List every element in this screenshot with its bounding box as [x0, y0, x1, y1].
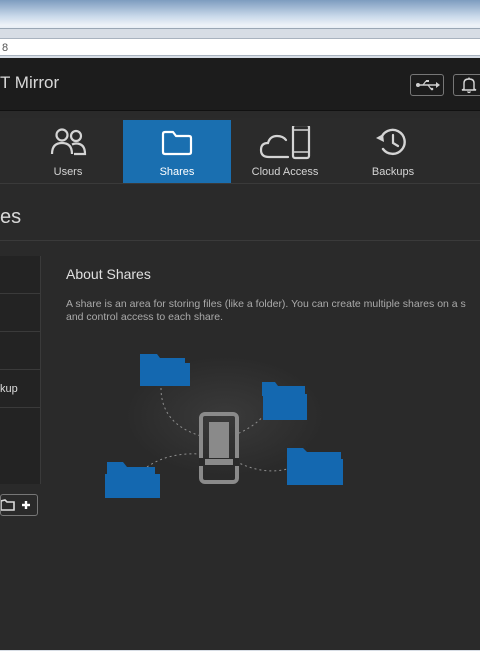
usb-button[interactable] — [410, 74, 444, 96]
tab-backups-label: Backups — [371, 166, 415, 178]
app-title: T Mirror — [0, 73, 60, 92]
usb-icon — [416, 80, 440, 91]
share-list-item-label: kup — [0, 383, 18, 395]
tab-shares-label: Shares — [159, 166, 195, 178]
tab-cloud-access-label: Cloud Access — [251, 166, 319, 178]
folder-icon — [105, 462, 160, 498]
add-share-button[interactable] — [0, 494, 38, 516]
about-shares-description: A share is an area for storing files (li… — [66, 298, 466, 323]
share-list: kup — [0, 256, 41, 484]
app-header: T Mirror — [0, 58, 480, 111]
tab-shares[interactable]: Shares — [123, 120, 231, 183]
cloud-device-icon — [259, 123, 311, 160]
address-bar[interactable]: 8 — [0, 38, 480, 56]
add-folder-icon — [0, 499, 30, 511]
folder-icon — [287, 448, 343, 485]
share-list-item[interactable] — [0, 256, 40, 294]
app-window: T Mirror Users Shares Cloud Access Backu… — [0, 58, 480, 650]
history-icon — [376, 128, 406, 156]
share-list-item[interactable] — [0, 332, 40, 370]
folder-icon — [161, 130, 193, 156]
tab-users[interactable]: Users — [14, 120, 122, 183]
divider — [0, 240, 480, 241]
shares-illustration — [105, 354, 343, 498]
page-title: es — [0, 206, 22, 228]
folder-icon — [262, 382, 307, 420]
tab-backups[interactable]: Backups — [339, 120, 447, 183]
users-icon — [50, 128, 87, 156]
tab-users-label: Users — [53, 166, 83, 178]
share-list-item[interactable]: kup — [0, 370, 40, 408]
tab-cloud-access[interactable]: Cloud Access — [231, 120, 339, 183]
folder-icon — [140, 354, 190, 386]
main-tabs: Users Shares Cloud Access Backups — [0, 118, 480, 184]
bell-icon — [461, 77, 477, 94]
about-shares-heading: About Shares — [66, 266, 151, 282]
share-list-item[interactable] — [0, 294, 40, 332]
notifications-button[interactable] — [453, 74, 480, 96]
